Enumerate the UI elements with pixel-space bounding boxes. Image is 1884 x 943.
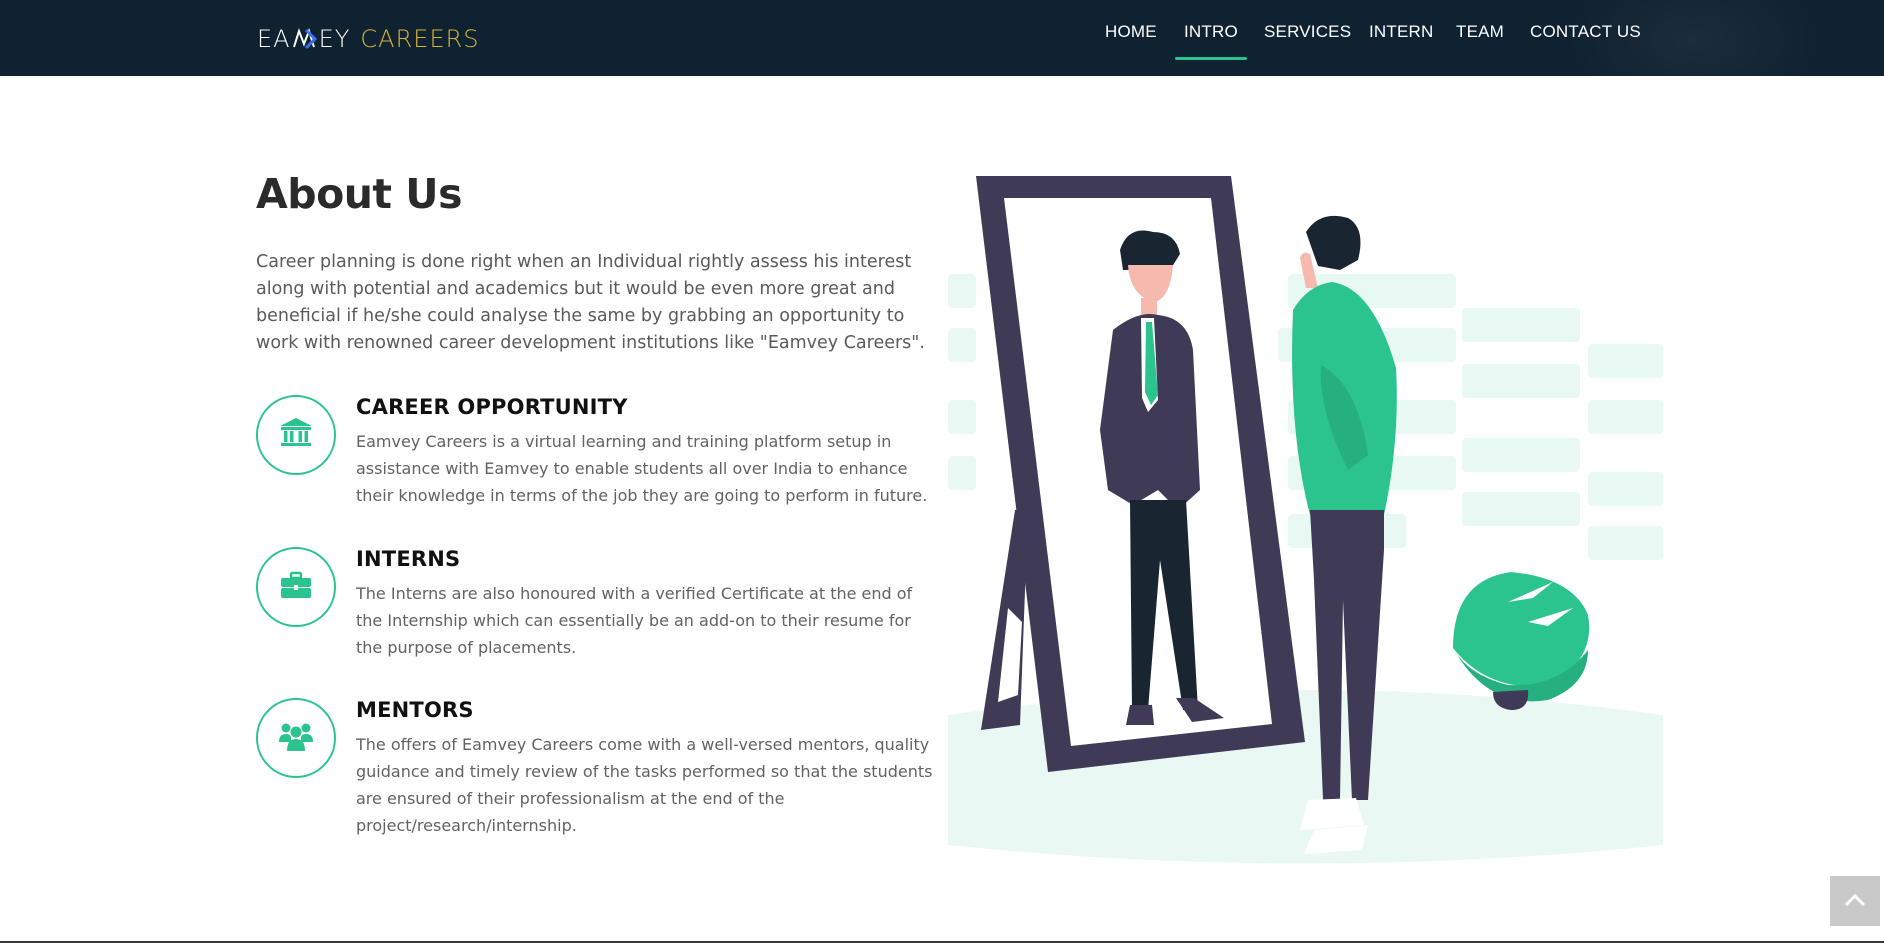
feature-text: The offers of Eamvey Careers come with a… — [356, 735, 933, 835]
bank-icon — [279, 417, 313, 453]
briefcase-icon — [280, 571, 312, 603]
logo-text-careers: CAREERS — [360, 25, 480, 53]
back-to-top-button[interactable] — [1830, 876, 1880, 926]
nav-team[interactable]: TEAM — [1456, 22, 1504, 46]
mirror-illustration — [948, 170, 1663, 870]
about-title: About Us — [256, 170, 463, 218]
feature-text: The Interns are also honoured with a ver… — [356, 584, 913, 657]
feature-icon-circle — [256, 698, 336, 778]
nav-intro[interactable]: INTRO — [1175, 22, 1247, 60]
users-icon — [279, 720, 313, 756]
feature-icon-circle — [256, 547, 336, 627]
feature-title: INTERNS — [356, 547, 461, 571]
feature-title: MENTORS — [356, 698, 474, 722]
chevron-up-icon — [1844, 892, 1866, 911]
logo-mark-icon — [292, 26, 318, 52]
nav-services[interactable]: SERVICES — [1264, 22, 1351, 46]
feature-text: Eamvey Careers is a virtual learning and… — [356, 432, 928, 505]
nav-intern[interactable]: INTERN — [1369, 22, 1433, 46]
plant-illustration — [1453, 572, 1590, 710]
logo-text-first: EA — [257, 25, 291, 53]
about-lead-text: Career planning is done right when an In… — [256, 252, 925, 353]
feature-title: CAREER OPPORTUNITY — [356, 395, 628, 419]
feature-icon-circle — [256, 395, 336, 475]
logo-text-second: EY — [318, 25, 351, 53]
site-logo[interactable]: EA EY CAREERS — [257, 24, 480, 54]
nav-home[interactable]: HOME — [1105, 22, 1157, 46]
top-navbar: EA EY CAREERS HOME INTRO SERVICES INTERN… — [0, 0, 1884, 76]
nav-contact-us[interactable]: CONTACT US — [1530, 22, 1641, 46]
